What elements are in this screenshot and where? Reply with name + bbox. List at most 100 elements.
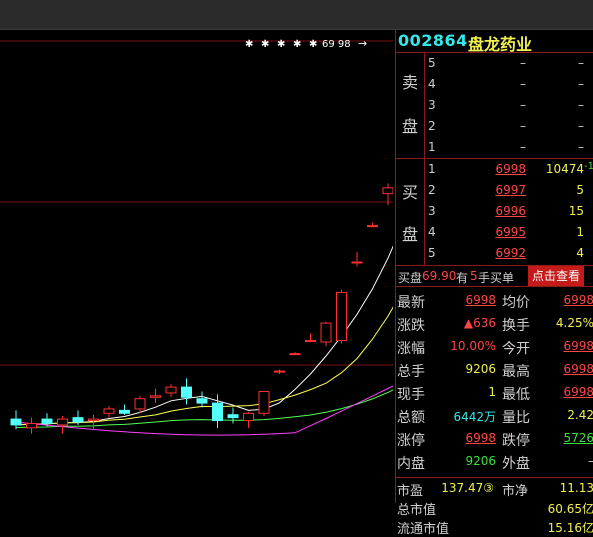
candle-body: [165, 386, 177, 394]
bid-row[interactable]: 4 6995 1: [426, 222, 593, 243]
candle: [134, 395, 146, 414]
stat-value: 6998: [563, 385, 593, 399]
bid-change: -13: [584, 161, 593, 172]
stat-label: 今开: [502, 341, 530, 357]
candle-body: [258, 390, 270, 414]
stat-row: 涨停 6998 跌停 5726: [396, 428, 593, 449]
stat-label: 外盘: [502, 456, 530, 472]
candle: [227, 407, 239, 424]
kline-chart[interactable]: ✱ ✱ ✱ ✱ ✱ 69 98 →: [0, 30, 393, 503]
stat-value: 9206: [465, 362, 496, 376]
bid-price: 6995: [495, 225, 526, 239]
candle-body: [88, 418, 99, 422]
candle-body: [41, 418, 53, 424]
ask-price: –: [520, 56, 526, 70]
ask-level: 2: [428, 119, 436, 133]
pb-value: 11.13: [559, 481, 593, 495]
ask-row[interactable]: 2 – –: [426, 116, 593, 137]
bid-row[interactable]: 3 6996 15: [426, 201, 593, 222]
stat-label: 现手: [397, 387, 425, 403]
marker-icon: ✱: [261, 39, 269, 50]
bid-summary-tail: 手买单: [478, 271, 515, 285]
bid-row[interactable]: 1 6998 10474 -13: [426, 159, 593, 180]
candle: [57, 416, 68, 434]
mcap-label: 总市值: [397, 503, 437, 518]
marker-icon: ✱: [293, 39, 301, 50]
bid-label-top: 买: [402, 183, 419, 202]
bid-volume: 1: [576, 225, 584, 239]
candle: [305, 333, 316, 343]
ask-price: –: [520, 98, 526, 112]
candle: [258, 390, 270, 417]
ask-price: –: [520, 119, 526, 133]
candle: [26, 417, 37, 434]
ask-volume: –: [578, 140, 584, 154]
bid-price: 6996: [495, 204, 526, 218]
stat-row: 内盘 9206 外盘 –: [396, 451, 593, 472]
candle-body: [320, 322, 332, 343]
candle-body: [227, 414, 239, 419]
candle-body: [150, 395, 161, 398]
stat-label: 最低: [502, 387, 530, 403]
quote-panel: 002864 盘龙药业 卖 盘 5 – – 4 – – 3 – – 2 – – …: [395, 30, 593, 537]
ask-level: 5: [428, 56, 436, 70]
candle-body: [351, 261, 363, 264]
stat-label: 最高: [502, 364, 530, 380]
candle-body: [196, 398, 208, 404]
candle: [181, 378, 192, 405]
ask-volume: –: [578, 119, 584, 133]
candle: [336, 289, 347, 344]
ask-label-bottom: 盘: [402, 117, 419, 136]
candle-body: [57, 418, 68, 426]
ask-volume: –: [578, 56, 584, 70]
stat-label: 跌停: [502, 433, 530, 449]
bid-level: 1: [428, 162, 436, 176]
bid-summary-label: 买盘: [398, 271, 423, 285]
stat-label: 均价: [502, 295, 530, 311]
candle: [320, 321, 332, 347]
bid-price: 6992: [495, 246, 526, 260]
pb-label: 市净: [502, 484, 529, 499]
bid-row[interactable]: 5 6992 4: [426, 243, 593, 264]
candle: [196, 391, 208, 408]
stat-label: 涨跌: [397, 318, 425, 334]
ask-label: 卖 盘: [396, 53, 425, 158]
stat-value: 6998: [563, 339, 593, 353]
ask-level: 1: [428, 140, 436, 154]
view-details-button[interactable]: 点击查看: [528, 266, 585, 286]
bid-volume: 4: [576, 246, 584, 260]
candle-body: [134, 398, 146, 410]
candles: [10, 183, 393, 434]
candle: [10, 410, 22, 430]
ask-row[interactable]: 3 – –: [426, 95, 593, 116]
ask-row[interactable]: 1 – –: [426, 137, 593, 158]
bid-level: 2: [428, 183, 436, 197]
stat-label: 换手: [502, 318, 530, 334]
candle-body: [305, 340, 316, 343]
stat-row: 现手 1 最低 6998: [396, 382, 593, 403]
pe-label: 市盈: [397, 484, 424, 499]
candle-body: [103, 408, 115, 414]
bid-volume: 10474: [545, 162, 584, 176]
candle: [351, 251, 363, 267]
bid-volume: 15: [568, 204, 584, 218]
bid-row[interactable]: 2 6997 5: [426, 180, 593, 201]
ask-row[interactable]: 4 – –: [426, 74, 593, 95]
candle-body: [243, 412, 254, 422]
candle-body: [336, 292, 347, 342]
arrow-right-icon[interactable]: →: [358, 37, 367, 50]
bid-summary-value: 69.90: [422, 269, 457, 283]
bid-level: 3: [428, 204, 436, 218]
stat-value: 2.42: [567, 408, 593, 422]
stat-value: 6998: [465, 431, 496, 445]
candle: [103, 406, 115, 418]
bid-summary-mid: 有: [456, 271, 469, 285]
candle: [165, 384, 177, 398]
stat-value: 6998: [563, 362, 593, 376]
stat-value: 4.25%: [555, 316, 593, 330]
period-markers: ✱ ✱ ✱ ✱ ✱ 69 98 →: [245, 37, 367, 50]
marker-icon: ✱: [245, 39, 253, 50]
candle: [243, 411, 254, 428]
ask-row[interactable]: 5 – –: [426, 53, 593, 74]
valuation-section: 市盈 137.47③ 市净 11.13 总市值 60.65亿 流通市值 15.1…: [396, 478, 593, 537]
